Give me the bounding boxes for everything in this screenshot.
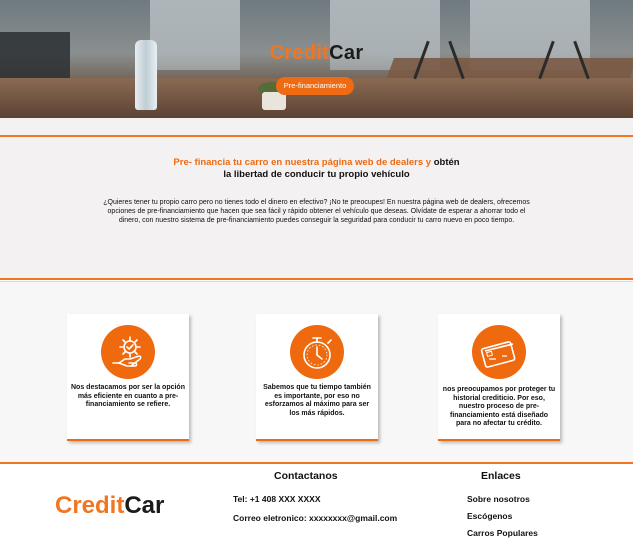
features-section: Nos destacamos por ser la opción más efi… bbox=[0, 281, 633, 462]
hero-logo-credit: Credit bbox=[269, 42, 330, 64]
hero-logo: CreditCar bbox=[0, 42, 633, 65]
footer-link-choose-us[interactable]: Escógenos bbox=[467, 511, 512, 521]
intro-heading-orange: Pre- financia tu carro en nuestra página… bbox=[173, 157, 432, 168]
feature-card-efficiency: Nos destacamos por ser la opción más efi… bbox=[67, 314, 189, 441]
intro-heading-dark: obtén bbox=[433, 157, 460, 168]
credit-card-icon bbox=[472, 325, 526, 379]
divider-bottom bbox=[0, 278, 633, 280]
footer-link-popular-cars[interactable]: Carros Populares bbox=[467, 528, 538, 538]
intro-heading: Pre- financia tu carro en nuestra página… bbox=[0, 157, 633, 181]
footer-logo-credit: Credit bbox=[55, 492, 125, 519]
contact-email: Correo eletronico: xxxxxxxx@gmail.com bbox=[233, 513, 398, 523]
feature-text: Nos destacamos por ser la opción más efi… bbox=[71, 384, 185, 409]
feature-card-credit: nos preocupamos por proteger tu historia… bbox=[438, 314, 560, 441]
feature-card-speed: Sabemos que tu tiempo también es importa… bbox=[256, 314, 378, 441]
intro-section: Pre- financia tu carro en nuestra página… bbox=[0, 118, 633, 280]
stopwatch-icon bbox=[290, 325, 344, 379]
divider-top bbox=[0, 135, 633, 137]
footer: CreditCar Contactanos Tel: +1 408 XXX XX… bbox=[0, 462, 633, 544]
intro-body: ¿Quieres tener tu propio carro pero no t… bbox=[103, 199, 530, 224]
links-title: Enlaces bbox=[481, 470, 521, 482]
intro-heading-line2: la libertad de conducir tu propio vehícu… bbox=[223, 169, 410, 180]
hero-banner: CreditCar Pre-financiamiento bbox=[0, 0, 633, 118]
feature-text: Sabemos que tu tiempo también es importa… bbox=[263, 384, 371, 417]
footer-divider bbox=[0, 462, 633, 464]
footer-logo-car: Car bbox=[124, 492, 165, 519]
footer-link-about[interactable]: Sobre nosotros bbox=[467, 494, 530, 504]
contact-title: Contactanos bbox=[274, 470, 338, 482]
feature-text: nos preocupamos por proteger tu historia… bbox=[442, 386, 556, 428]
contact-phone: Tel: +1 408 XXX XXXX bbox=[233, 494, 321, 504]
footer-logo[interactable]: CreditCar bbox=[55, 492, 164, 520]
hand-gear-icon bbox=[101, 325, 155, 379]
prefinancing-button[interactable]: Pre-financiamiento bbox=[276, 77, 354, 95]
hero-logo-car: Car bbox=[329, 42, 364, 64]
